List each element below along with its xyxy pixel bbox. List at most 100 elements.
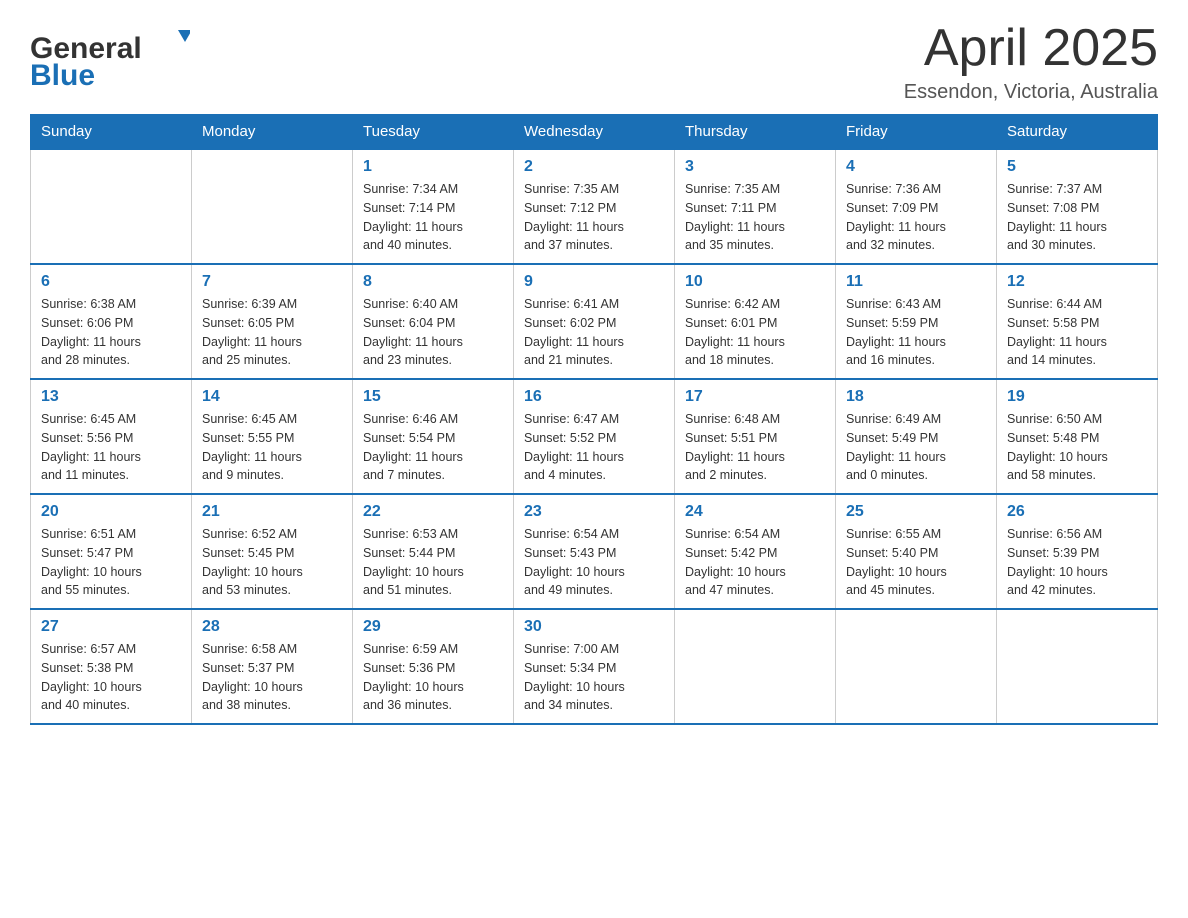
day-number: 22 (363, 503, 503, 521)
column-header-thursday: Thursday (675, 115, 836, 150)
column-header-monday: Monday (192, 115, 353, 150)
calendar-cell: 12 Sunrise: 6:44 AMSunset: 5:58 PMDayligh… (997, 264, 1158, 379)
calendar-header-row: SundayMondayTuesdayWednesdayThursdayFrid… (31, 115, 1158, 150)
column-header-saturday: Saturday (997, 115, 1158, 150)
day-info: Sunrise: 7:34 AMSunset: 7:14 PMDaylight:… (363, 180, 503, 255)
calendar-week-row: 6 Sunrise: 6:38 AMSunset: 6:06 PMDaylight… (31, 264, 1158, 379)
day-info: Sunrise: 7:36 AMSunset: 7:09 PMDaylight:… (846, 180, 986, 255)
column-header-wednesday: Wednesday (514, 115, 675, 150)
calendar-cell: 5Sunrise: 7:37 AMSunset: 7:08 PMDaylight… (997, 149, 1158, 264)
calendar-cell: 10 Sunrise: 6:42 AMSunset: 6:01 PMDayligh… (675, 264, 836, 379)
day-number: 23 (524, 503, 664, 521)
calendar-cell: 16Sunrise: 6:47 AMSunset: 5:52 PMDayligh… (514, 379, 675, 494)
day-number: 11 (846, 273, 986, 291)
logo-wordmark: General Blue (30, 20, 190, 95)
calendar-cell: 23 Sunrise: 6:54 AMSunset: 5:43 PMDayligh… (514, 494, 675, 609)
day-number: 28 (202, 618, 342, 636)
day-number: 27 (41, 618, 181, 636)
page-header: General Blue April 2025 Essendon, Victor… (30, 20, 1158, 104)
day-number: 5 (1007, 158, 1147, 176)
day-info: Sunrise: 7:35 AMSunset: 7:11 PMDaylight:… (685, 180, 825, 255)
calendar-cell: 1 Sunrise: 7:34 AMSunset: 7:14 PMDaylight… (353, 149, 514, 264)
day-info: Sunrise: 6:50 AMSunset: 5:48 PMDaylight:… (1007, 410, 1147, 485)
calendar-cell: 17Sunrise: 6:48 AMSunset: 5:51 PMDayligh… (675, 379, 836, 494)
calendar-cell: 15 Sunrise: 6:46 AMSunset: 5:54 PMDayligh… (353, 379, 514, 494)
calendar-cell: 25 Sunrise: 6:55 AMSunset: 5:40 PMDayligh… (836, 494, 997, 609)
day-info: Sunrise: 6:45 AMSunset: 5:56 PMDaylight:… (41, 410, 181, 485)
day-number: 1 (363, 158, 503, 176)
calendar-cell: 6 Sunrise: 6:38 AMSunset: 6:06 PMDaylight… (31, 264, 192, 379)
calendar-cell (31, 149, 192, 264)
calendar-cell: 22 Sunrise: 6:53 AMSunset: 5:44 PMDayligh… (353, 494, 514, 609)
day-info: Sunrise: 6:58 AMSunset: 5:37 PMDaylight:… (202, 640, 342, 715)
day-info: Sunrise: 6:43 AMSunset: 5:59 PMDaylight:… (846, 295, 986, 370)
day-number: 21 (202, 503, 342, 521)
day-number: 15 (363, 388, 503, 406)
day-info: Sunrise: 6:54 AMSunset: 5:42 PMDaylight:… (685, 525, 825, 600)
day-number: 30 (524, 618, 664, 636)
calendar-table: SundayMondayTuesdayWednesdayThursdayFrid… (30, 114, 1158, 725)
column-header-tuesday: Tuesday (353, 115, 514, 150)
day-info: Sunrise: 7:35 AMSunset: 7:12 PMDaylight:… (524, 180, 664, 255)
day-info: Sunrise: 6:47 AMSunset: 5:52 PMDaylight:… (524, 410, 664, 485)
day-number: 7 (202, 273, 342, 291)
day-info: Sunrise: 6:44 AMSunset: 5:58 PMDaylight:… (1007, 295, 1147, 370)
day-number: 3 (685, 158, 825, 176)
column-header-sunday: Sunday (31, 115, 192, 150)
calendar-week-row: 13 Sunrise: 6:45 AMSunset: 5:56 PMDayligh… (31, 379, 1158, 494)
calendar-cell (675, 609, 836, 724)
column-header-friday: Friday (836, 115, 997, 150)
day-number: 4 (846, 158, 986, 176)
calendar-cell: 11 Sunrise: 6:43 AMSunset: 5:59 PMDayligh… (836, 264, 997, 379)
title-area: April 2025 Essendon, Victoria, Australia (904, 20, 1158, 104)
day-number: 2 (524, 158, 664, 176)
calendar-cell: 20Sunrise: 6:51 AMSunset: 5:47 PMDayligh… (31, 494, 192, 609)
day-info: Sunrise: 6:54 AMSunset: 5:43 PMDaylight:… (524, 525, 664, 600)
calendar-cell: 24 Sunrise: 6:54 AMSunset: 5:42 PMDayligh… (675, 494, 836, 609)
day-number: 26 (1007, 503, 1147, 521)
day-info: Sunrise: 6:45 AMSunset: 5:55 PMDaylight:… (202, 410, 342, 485)
day-info: Sunrise: 6:53 AMSunset: 5:44 PMDaylight:… (363, 525, 503, 600)
day-number: 25 (846, 503, 986, 521)
calendar-week-row: 20Sunrise: 6:51 AMSunset: 5:47 PMDayligh… (31, 494, 1158, 609)
day-info: Sunrise: 6:55 AMSunset: 5:40 PMDaylight:… (846, 525, 986, 600)
calendar-cell: 30Sunrise: 7:00 AMSunset: 5:34 PMDayligh… (514, 609, 675, 724)
day-info: Sunrise: 6:56 AMSunset: 5:39 PMDaylight:… (1007, 525, 1147, 600)
calendar-cell: 3 Sunrise: 7:35 AMSunset: 7:11 PMDaylight… (675, 149, 836, 264)
calendar-cell: 21Sunrise: 6:52 AMSunset: 5:45 PMDayligh… (192, 494, 353, 609)
calendar-cell: 14 Sunrise: 6:45 AMSunset: 5:55 PMDayligh… (192, 379, 353, 494)
day-info: Sunrise: 6:57 AMSunset: 5:38 PMDaylight:… (41, 640, 181, 715)
calendar-cell: 29 Sunrise: 6:59 AMSunset: 5:36 PMDayligh… (353, 609, 514, 724)
day-info: Sunrise: 6:59 AMSunset: 5:36 PMDaylight:… (363, 640, 503, 715)
calendar-cell: 9 Sunrise: 6:41 AMSunset: 6:02 PMDaylight… (514, 264, 675, 379)
day-number: 13 (41, 388, 181, 406)
calendar-cell: 2 Sunrise: 7:35 AMSunset: 7:12 PMDaylight… (514, 149, 675, 264)
day-info: Sunrise: 6:41 AMSunset: 6:02 PMDaylight:… (524, 295, 664, 370)
calendar-cell (192, 149, 353, 264)
day-info: Sunrise: 6:39 AMSunset: 6:05 PMDaylight:… (202, 295, 342, 370)
location-subtitle: Essendon, Victoria, Australia (904, 81, 1158, 104)
calendar-cell (997, 609, 1158, 724)
day-number: 19 (1007, 388, 1147, 406)
logo: General Blue (30, 20, 190, 95)
calendar-week-row: 1 Sunrise: 7:34 AMSunset: 7:14 PMDaylight… (31, 149, 1158, 264)
day-info: Sunrise: 6:38 AMSunset: 6:06 PMDaylight:… (41, 295, 181, 370)
calendar-cell (836, 609, 997, 724)
day-number: 6 (41, 273, 181, 291)
day-number: 10 (685, 273, 825, 291)
day-number: 14 (202, 388, 342, 406)
day-number: 24 (685, 503, 825, 521)
day-info: Sunrise: 6:40 AMSunset: 6:04 PMDaylight:… (363, 295, 503, 370)
day-info: Sunrise: 6:42 AMSunset: 6:01 PMDaylight:… (685, 295, 825, 370)
day-number: 29 (363, 618, 503, 636)
day-number: 17 (685, 388, 825, 406)
calendar-cell: 4 Sunrise: 7:36 AMSunset: 7:09 PMDaylight… (836, 149, 997, 264)
day-number: 18 (846, 388, 986, 406)
calendar-cell: 19 Sunrise: 6:50 AMSunset: 5:48 PMDayligh… (997, 379, 1158, 494)
calendar-cell: 8Sunrise: 6:40 AMSunset: 6:04 PMDaylight… (353, 264, 514, 379)
day-number: 9 (524, 273, 664, 291)
day-info: Sunrise: 6:46 AMSunset: 5:54 PMDaylight:… (363, 410, 503, 485)
calendar-cell: 26 Sunrise: 6:56 AMSunset: 5:39 PMDayligh… (997, 494, 1158, 609)
day-number: 12 (1007, 273, 1147, 291)
svg-text:Blue: Blue (30, 59, 95, 90)
